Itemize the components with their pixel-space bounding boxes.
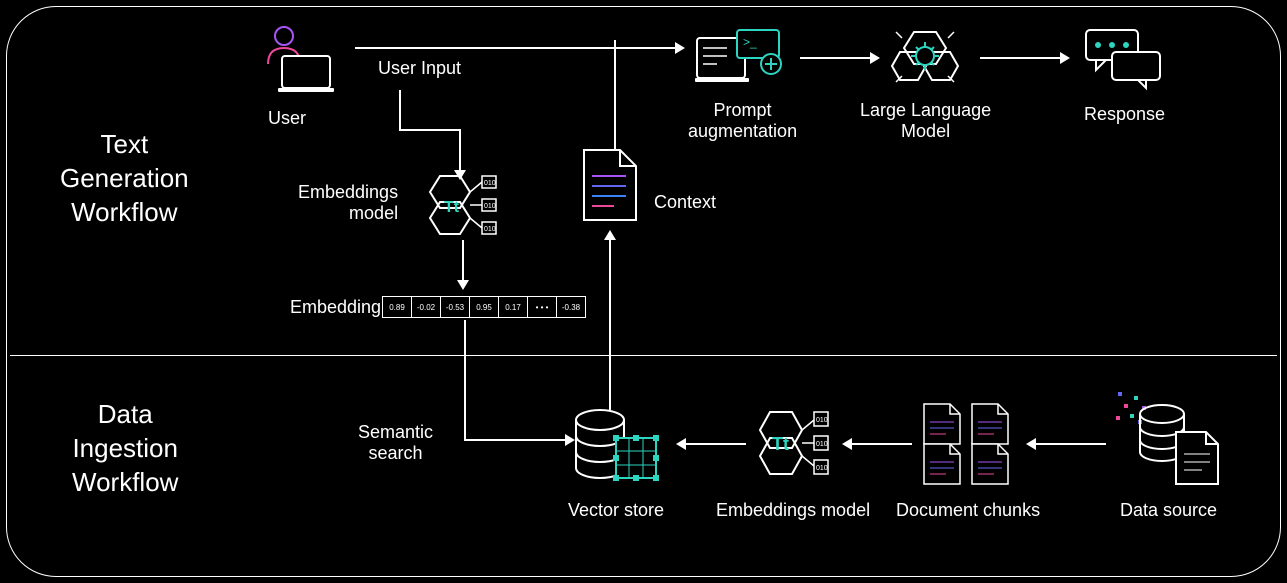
emb-cell: • • • — [527, 296, 557, 318]
response-icon — [1084, 28, 1164, 97]
section-text-generation: Text Generation Workflow — [60, 128, 189, 229]
arrow-emb2-to-store — [676, 434, 746, 459]
svg-text:010: 010 — [816, 417, 828, 424]
llm-icon — [890, 24, 970, 97]
svg-text:010: 010 — [484, 226, 496, 233]
embedding-vector: 0.89 -0.02 -0.53 0.95 0.17 • • • -0.38 — [382, 296, 586, 318]
embeddings-model-top-icon: Tt 010 010 010 — [420, 172, 500, 243]
emb-cell: 0.89 — [382, 296, 412, 318]
context-icon — [580, 146, 640, 229]
emb-cell: -0.53 — [440, 296, 470, 318]
semantic-search-label: Semantic search — [358, 422, 433, 464]
llm-label: Large Language Model — [860, 100, 991, 142]
section-data-ingestion: Data Ingestion Workflow — [72, 398, 178, 499]
arrow-emb-to-vector — [453, 240, 473, 295]
arrow-store-to-context — [600, 230, 620, 415]
svg-text:010: 010 — [816, 441, 828, 448]
response-label: Response — [1084, 104, 1165, 125]
svg-text:Tt: Tt — [444, 199, 460, 216]
data-source-label: Data source — [1120, 500, 1217, 521]
user-label: User — [268, 108, 306, 129]
vector-store-icon — [574, 408, 664, 491]
emb-cell: -0.02 — [411, 296, 441, 318]
embeddings-model-bottom-label: Embeddings model — [716, 500, 870, 521]
user-input-label: User Input — [378, 58, 461, 79]
svg-text:Tt: Tt — [772, 434, 789, 454]
vector-store-label: Vector store — [568, 500, 664, 521]
svg-text:010: 010 — [484, 180, 496, 187]
embeddings-model-bottom-icon: Tt 010 010 010 — [748, 408, 830, 483]
user-icon — [258, 24, 338, 101]
emb-cell: -0.38 — [556, 296, 586, 318]
arrow-user-to-emb — [390, 90, 480, 185]
embedding-label: Embedding — [290, 297, 381, 318]
arrow-chunks-to-emb — [842, 434, 912, 459]
embeddings-model-top-label: Embeddings model — [298, 182, 398, 224]
svg-text:010: 010 — [484, 203, 496, 210]
arrow-source-to-chunks — [1026, 434, 1106, 459]
prompt-aug-icon: >_ — [695, 30, 783, 95]
arrow-context-merge — [605, 40, 625, 155]
prompt-aug-label: Prompt augmentation — [688, 100, 797, 142]
data-source-icon — [1114, 392, 1224, 493]
section-divider — [10, 355, 1277, 356]
doc-chunks-label: Document chunks — [896, 500, 1040, 521]
svg-text:>_: >_ — [743, 35, 757, 49]
emb-cell: 0.95 — [469, 296, 499, 318]
svg-text:010: 010 — [816, 465, 828, 472]
arrow-emb-to-store — [455, 320, 585, 465]
arrow-aug-to-llm — [800, 48, 880, 73]
arrow-llm-to-response — [980, 48, 1070, 73]
emb-cell: 0.17 — [498, 296, 528, 318]
doc-chunks-icon — [920, 400, 1014, 489]
context-label: Context — [654, 192, 716, 213]
